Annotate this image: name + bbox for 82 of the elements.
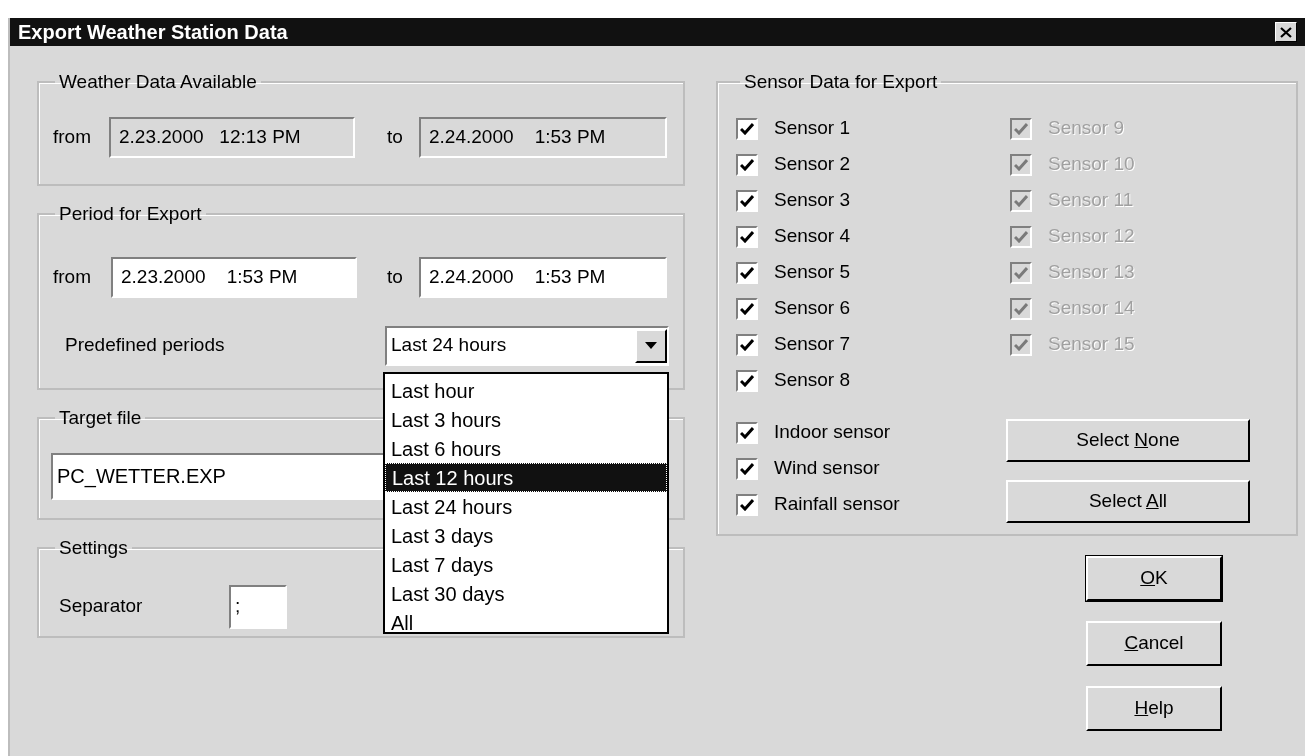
close-button[interactable] — [1275, 22, 1297, 42]
dropdown-option[interactable]: All — [385, 608, 667, 637]
checkbox-label: Wind sensor — [774, 456, 880, 481]
date-field[interactable]: 2.23.2000 1:53 PM — [111, 256, 357, 298]
checkmark-icon — [740, 194, 754, 207]
dropdown-value: Last 24 hours — [391, 333, 507, 358]
dialog-button[interactable]: Cancel — [1086, 621, 1222, 666]
dialog-button[interactable]: Help — [1086, 686, 1222, 731]
checkbox[interactable] — [736, 457, 758, 480]
select-none-button[interactable]: Select None — [1006, 418, 1250, 462]
checkbox-label: Sensor 4 — [774, 224, 851, 249]
checkmark-icon — [1014, 230, 1028, 243]
checkbox[interactable] — [736, 369, 758, 392]
date-field[interactable]: 2.24.2000 1:53 PM — [419, 256, 667, 298]
predefined-periods-label: Predefined periods — [65, 333, 226, 358]
to-label: to — [387, 124, 404, 149]
checkbox-label: Sensor 2 — [774, 152, 851, 177]
down-triangle-icon — [645, 342, 657, 349]
checkmark-icon — [740, 230, 754, 243]
checkbox-label: Indoor sensor — [774, 420, 891, 445]
checkbox-label: Sensor 15 — [1048, 332, 1135, 357]
checkmark-icon — [740, 498, 754, 511]
date-field[interactable]: 2.24.2000 1:53 PM — [419, 116, 667, 158]
checkbox-label: Sensor 8 — [774, 368, 851, 393]
group-label: Period for Export — [58, 202, 203, 226]
checkmark-icon — [740, 302, 754, 315]
dialog-button[interactable]: OK — [1086, 556, 1222, 601]
checkbox-label: Rainfall sensor — [774, 492, 900, 517]
checkbox[interactable] — [736, 153, 758, 176]
from-label: from — [53, 124, 92, 149]
checkbox-label: Sensor 5 — [774, 260, 851, 285]
checkmark-icon — [1014, 158, 1028, 171]
checkbox-label: Sensor 7 — [774, 332, 851, 357]
select-all-button[interactable]: Select All — [1006, 479, 1250, 523]
group-label: Sensor Data for Export — [743, 70, 939, 94]
checkmark-icon — [740, 374, 754, 387]
checkbox[interactable] — [736, 493, 758, 516]
group-label: Target file — [58, 406, 143, 430]
checkbox-label: Sensor 11 — [1048, 188, 1134, 213]
checkmark-icon — [1014, 122, 1028, 135]
to-label: to — [387, 264, 404, 289]
checkbox-label: Sensor 13 — [1048, 260, 1135, 285]
group-label: Weather Data Available — [58, 70, 258, 94]
checkbox-label: Sensor 9 — [1048, 116, 1125, 141]
checkbox-label: Sensor 12 — [1048, 224, 1135, 249]
dropdown-arrow-button[interactable] — [635, 328, 667, 363]
dropdown-option[interactable]: Last hour — [385, 376, 667, 405]
checkmark-icon — [740, 426, 754, 439]
checkbox[interactable] — [736, 117, 758, 140]
checkbox[interactable] — [736, 189, 758, 212]
dropdown-option[interactable]: Last 3 hours — [385, 405, 667, 434]
checkmark-icon — [1014, 194, 1028, 207]
checkbox-label: Sensor 1 — [774, 116, 851, 141]
checkmark-icon — [740, 158, 754, 171]
checkmark-icon — [1014, 302, 1028, 315]
checkbox[interactable] — [736, 261, 758, 284]
checkbox-label: Sensor 10 — [1048, 152, 1135, 177]
window-title: Export Weather Station Data — [18, 20, 288, 45]
separator-label: Separator — [59, 594, 144, 619]
checkbox[interactable] — [736, 421, 758, 444]
dropdown-option[interactable]: Last 30 days — [385, 579, 667, 608]
checkmark-icon — [740, 266, 754, 279]
dropdown-option[interactable]: Last 3 days — [385, 521, 667, 550]
group-label: Settings — [58, 536, 129, 560]
date-field[interactable]: 2.23.2000 12:13 PM — [109, 116, 355, 158]
dropdown-option[interactable]: Last 12 hours — [385, 463, 667, 492]
close-icon — [1280, 26, 1292, 38]
checkmark-icon — [1014, 266, 1028, 279]
from-label: from — [53, 264, 92, 289]
dropdown-option[interactable]: Last 7 days — [385, 550, 667, 579]
checkmark-icon — [1014, 338, 1028, 351]
checkbox-label: Sensor 3 — [774, 188, 851, 213]
checkbox-label: Sensor 6 — [774, 296, 851, 321]
checkmark-icon — [740, 122, 754, 135]
checkbox[interactable] — [736, 225, 758, 248]
checkbox[interactable] — [736, 297, 758, 320]
checkbox-label: Sensor 14 — [1048, 296, 1135, 321]
period-dropdown[interactable]: Last 24 hours — [385, 325, 669, 366]
checkbox[interactable] — [736, 333, 758, 356]
checkmark-icon — [740, 462, 754, 475]
checkmark-icon — [740, 338, 754, 351]
separator-field[interactable]: ; — [229, 584, 287, 629]
